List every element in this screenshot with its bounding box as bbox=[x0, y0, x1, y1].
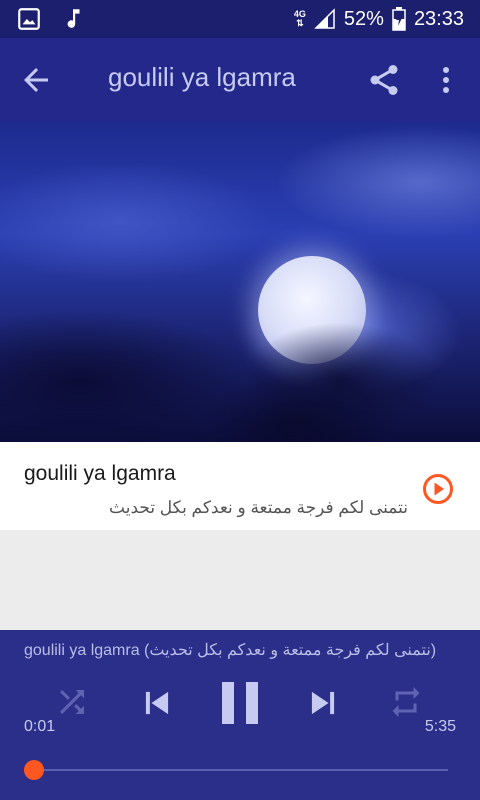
album-artwork bbox=[0, 122, 480, 442]
battery-percent: 52% bbox=[343, 7, 384, 30]
page-title: goulili ya lgamra bbox=[108, 62, 296, 92]
pause-icon[interactable] bbox=[218, 680, 262, 726]
track-title: goulili ya lgamra bbox=[24, 462, 176, 485]
track-subtitle: نتمنى لكم فرجة ممتعة و نعدكم بكل تحديث bbox=[109, 498, 408, 517]
current-time: 0:01 bbox=[24, 718, 56, 735]
skip-previous-icon[interactable] bbox=[138, 684, 176, 722]
shuffle-icon[interactable] bbox=[54, 684, 90, 720]
network-type: 4G ⇅ bbox=[293, 9, 306, 28]
more-vert-icon[interactable] bbox=[432, 62, 460, 98]
seek-bar[interactable] bbox=[32, 769, 448, 771]
repeat-icon[interactable] bbox=[388, 684, 424, 720]
seek-thumb[interactable] bbox=[24, 760, 44, 780]
music-note-icon bbox=[67, 9, 80, 28]
cloud bbox=[240, 322, 440, 442]
skip-next-icon[interactable] bbox=[304, 684, 342, 722]
back-arrow-icon[interactable] bbox=[18, 62, 54, 98]
app-bar: goulili ya lgamra bbox=[0, 38, 480, 122]
total-time: 5:35 bbox=[424, 718, 456, 735]
status-bar: 4G ⇅ 52% 23:33 bbox=[0, 0, 480, 38]
clock: 23:33 bbox=[413, 7, 464, 30]
battery-icon bbox=[392, 7, 406, 31]
share-icon[interactable] bbox=[366, 62, 402, 98]
player-panel: goulili ya lgamra (نتمنى لكم فرجة ممتعة … bbox=[0, 630, 480, 800]
now-playing-label: goulili ya lgamra (نتمنى لكم فرجة ممتعة … bbox=[24, 642, 437, 659]
image-icon bbox=[18, 8, 40, 30]
signal-icon bbox=[314, 8, 335, 29]
play-circle-icon[interactable] bbox=[422, 473, 454, 505]
track-list-item[interactable]: goulili ya lgamra نتمنى لكم فرجة ممتعة و… bbox=[0, 442, 480, 530]
